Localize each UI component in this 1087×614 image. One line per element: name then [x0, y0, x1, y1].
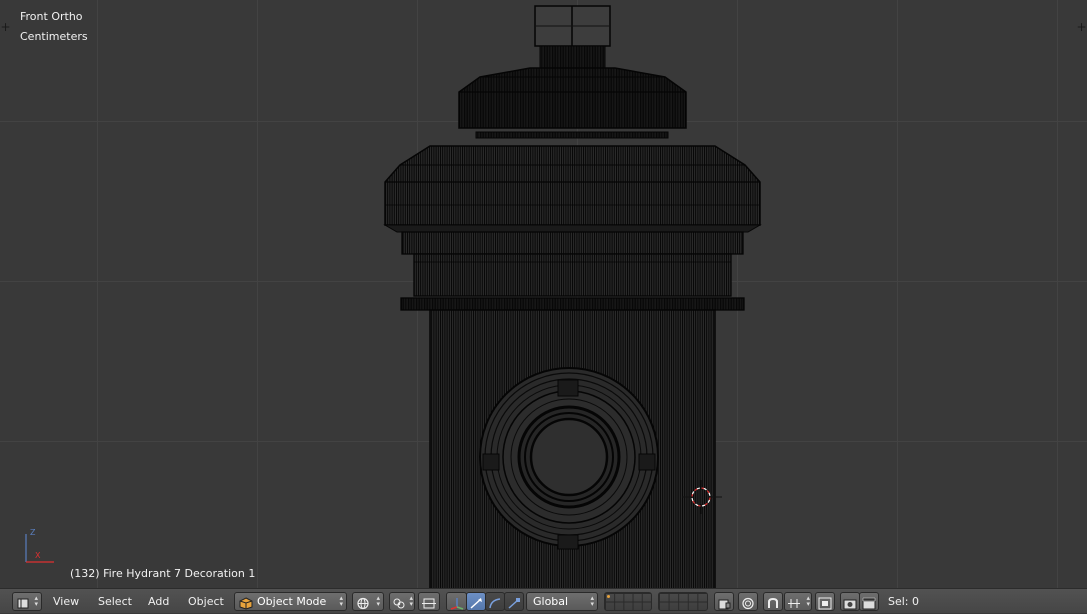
lock-icon [717, 595, 731, 610]
snap-target-icon [818, 595, 832, 610]
bonnet-body [383, 145, 762, 311]
layers-group-1[interactable] [604, 592, 652, 611]
viewport-shading-button[interactable]: ▴ ▾ [352, 592, 384, 611]
top-nut [534, 5, 611, 69]
rotate-button[interactable] [485, 592, 505, 611]
units-label: Centimeters [20, 30, 88, 43]
view-name-label: Front Ortho [20, 10, 83, 23]
translate-icon [469, 595, 483, 609]
chevron-updown-icon: ▴ ▾ [376, 594, 380, 608]
active-layer-dot [607, 595, 610, 598]
scale-icon [507, 595, 521, 609]
proportional-edit-button[interactable] [738, 592, 758, 611]
viewport-header: ▴ ▾ View Select Add Object Object Mode ▴ ▾… [0, 588, 1087, 613]
axis-gizmo: Z X [25, 528, 54, 563]
translate-button[interactable] [466, 592, 486, 611]
editor-type-icon [16, 595, 30, 609]
mode-selector[interactable]: Object Mode ▴ ▾ [234, 592, 347, 611]
object-mode-cube-icon [239, 595, 253, 610]
camera-icon [843, 595, 857, 610]
menu-add[interactable]: Add [148, 595, 169, 608]
layers-icon [605, 593, 651, 610]
x-axis-label: X [35, 551, 41, 560]
pivot-align-button[interactable] [418, 592, 440, 611]
viewport-shading-icon [356, 595, 370, 610]
pivot-point-button[interactable]: ▴ ▾ [389, 592, 415, 611]
chevron-updown-icon: ▴ ▾ [339, 594, 343, 608]
snap-target-button[interactable] [815, 592, 835, 611]
fire-hydrant-wireframe: Z X [25, 5, 762, 588]
nozzle-decoration [479, 367, 659, 550]
selection-status: Sel: 0 [888, 595, 920, 608]
pivot-align-icon [422, 595, 436, 609]
editor-type-button[interactable]: ▴ ▾ [12, 592, 42, 611]
scale-button[interactable] [504, 592, 524, 611]
layers-icon [659, 593, 707, 610]
menu-object[interactable]: Object [188, 595, 224, 608]
menu-view[interactable]: View [53, 595, 79, 608]
chevron-updown-icon: ▴ ▾ [806, 594, 810, 608]
clapper-icon [862, 595, 876, 610]
render-animation-button[interactable] [859, 592, 879, 611]
snap-toggle-button[interactable] [763, 592, 783, 611]
proportional-edit-icon [741, 595, 755, 610]
mode-label: Object Mode [257, 595, 327, 608]
snap-icon [766, 595, 780, 608]
z-axis-label: Z [30, 528, 36, 537]
chevron-updown-icon: ▴ ▾ [590, 594, 594, 608]
chevron-updown-icon: ▴ ▾ [34, 594, 38, 608]
snap-element-selector[interactable]: ▴ ▾ [784, 592, 812, 611]
3d-viewport[interactable]: + + Z X Front Ortho Centimeters (132) Fi… [0, 0, 1087, 588]
rotate-icon [488, 595, 502, 609]
lock-layers-button[interactable] [714, 592, 734, 611]
object-info-label: (132) Fire Hydrant 7 Decoration 1 [70, 567, 256, 580]
pivot-point-icon [392, 595, 406, 609]
chevron-updown-icon: ▴ ▾ [409, 594, 413, 608]
snap-element-icon [787, 595, 801, 608]
menu-select[interactable]: Select [98, 595, 132, 608]
manipulator-toggle-button[interactable] [446, 592, 467, 611]
transform-orientation-selector[interactable]: Global ▴ ▾ [526, 592, 598, 611]
bonnet-cap [458, 67, 687, 139]
orientation-label: Global [533, 595, 569, 608]
layers-group-2[interactable] [658, 592, 708, 611]
manipulator-icon [450, 595, 464, 610]
render-button[interactable] [840, 592, 860, 611]
